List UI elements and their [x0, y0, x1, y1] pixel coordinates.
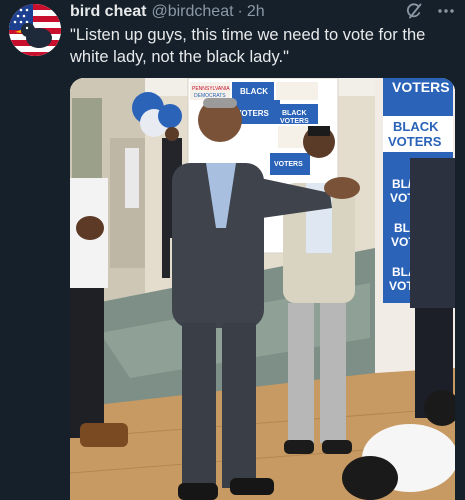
flag-bird-avatar[interactable]: [9, 4, 61, 56]
tweet-header: bird cheat @birdcheat · 2h: [70, 3, 455, 23]
sign-text: BLACK: [240, 87, 268, 96]
timestamp[interactable]: 2h: [247, 3, 265, 21]
tweet-photo[interactable]: BLACK VOTERS BLACK VOTERS PENNSYLVANIA D…: [70, 78, 455, 500]
sign-text: PENNSYLVANIA: [192, 86, 230, 92]
separator-dot: ·: [237, 3, 243, 20]
sign-text: BLACK: [282, 110, 307, 117]
more-icon[interactable]: [437, 2, 455, 20]
sign-text: VOTERS: [388, 134, 442, 149]
sign-text: BLACK: [393, 119, 439, 134]
sign-text: BL: [394, 221, 410, 235]
author-handle[interactable]: @birdcheat: [151, 3, 233, 21]
author-name[interactable]: bird cheat: [70, 3, 146, 21]
sign-text: VOTERS: [274, 161, 303, 168]
sign-text: VOTERS: [280, 118, 309, 125]
grok-icon[interactable]: [405, 2, 423, 20]
tweet-actions: [405, 2, 455, 20]
tweet: bird cheat @birdcheat · 2h "Listen up gu…: [0, 0, 465, 500]
sign-text: BL/: [392, 177, 412, 191]
tweet-text: "Listen up guys, this time we need to vo…: [70, 26, 426, 66]
sign-text: VOTERS: [392, 79, 450, 95]
